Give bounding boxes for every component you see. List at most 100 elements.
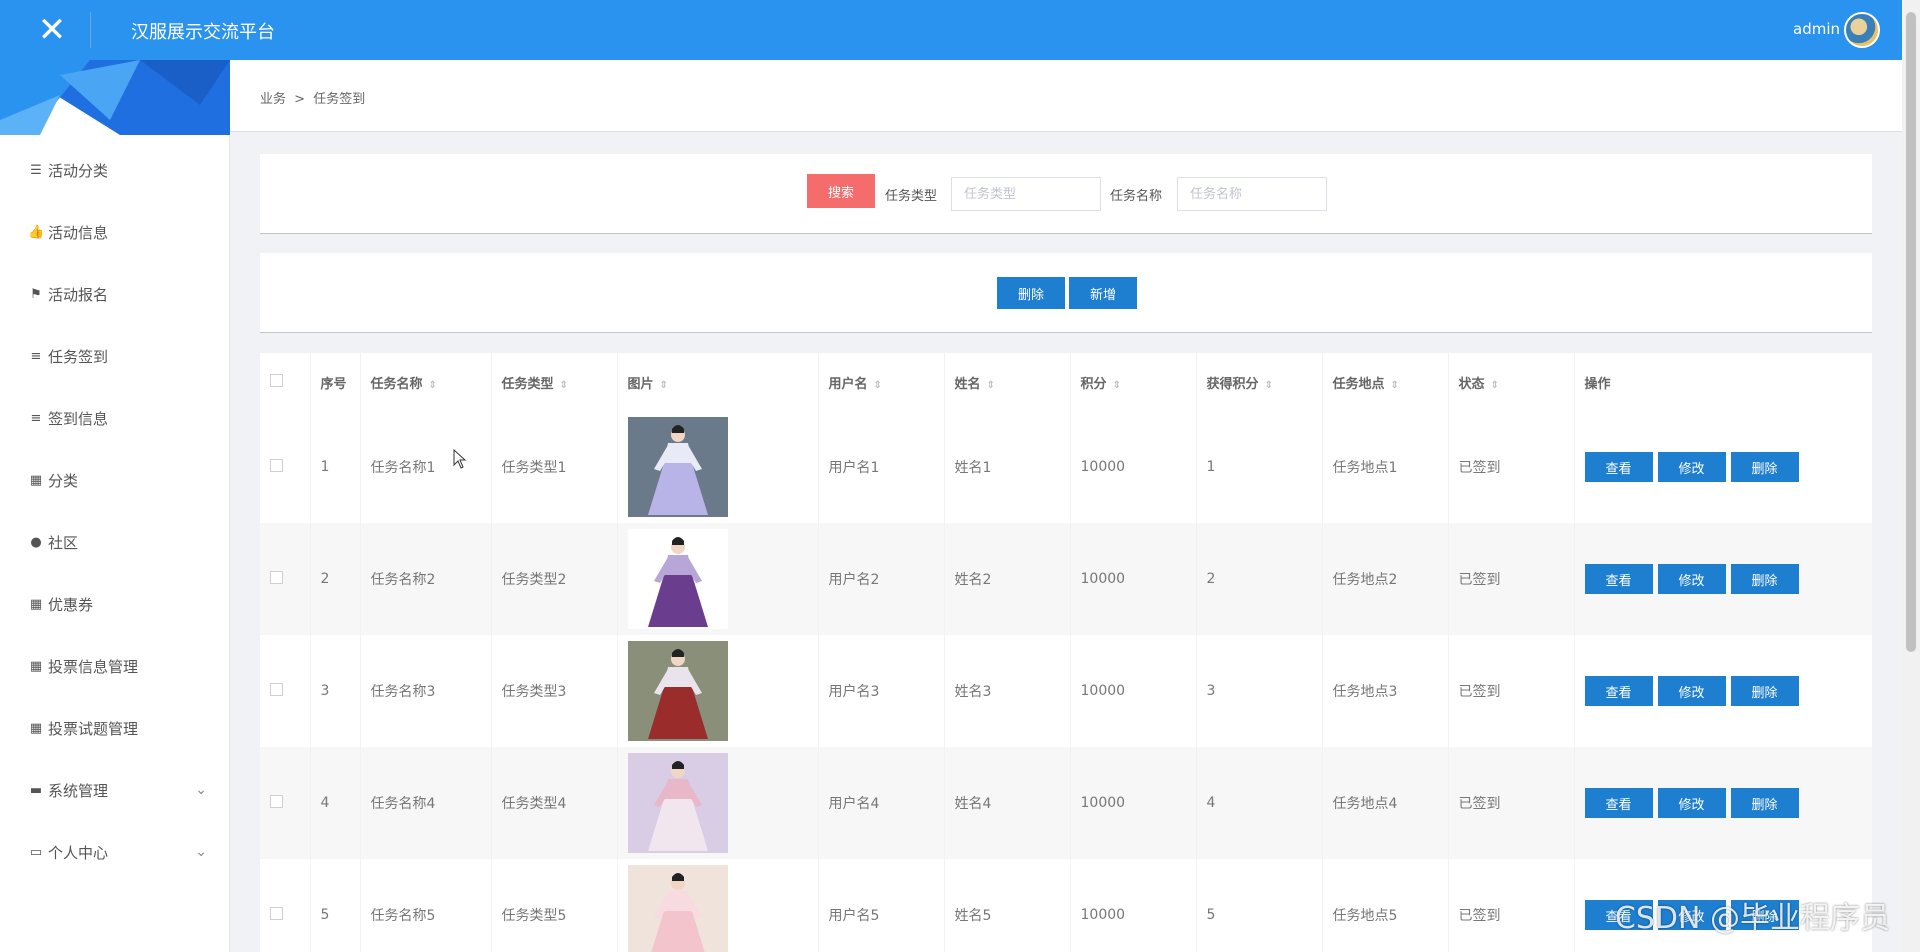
column-header[interactable]: 任务地点 ⇕ xyxy=(1322,353,1449,411)
sidebar-item-label: 分类 xyxy=(48,471,79,490)
sidebar-item[interactable]: ● 社区 xyxy=(0,511,229,573)
watermark: CSDN @毕业程序员 xyxy=(1614,901,1890,936)
operations-cell: 查看 修改 删除 xyxy=(1574,411,1872,523)
hanfu-photo xyxy=(627,417,728,517)
sidebar-item[interactable]: ▬ 系统管理 ⌄ xyxy=(0,759,229,821)
sidebar-item-label: 签到信息 xyxy=(48,409,109,428)
delete-button[interactable]: 删除 xyxy=(1730,788,1799,818)
sidebar-item[interactable]: ▦ 分类 xyxy=(0,449,229,511)
sort-icon[interactable]: ⇕ xyxy=(987,380,995,391)
task-type-cell: 任务类型5 xyxy=(491,859,618,952)
sidebar-item[interactable]: 👍 活动信息 xyxy=(0,201,229,263)
add-button[interactable]: 新增 xyxy=(1069,277,1137,309)
column-header[interactable]: 任务类型 ⇕ xyxy=(491,353,618,411)
realname-cell: 姓名4 xyxy=(944,747,1071,859)
delete-button[interactable]: 删除 xyxy=(1730,452,1799,482)
column-header[interactable]: 状态 ⇕ xyxy=(1448,353,1575,411)
delete-button[interactable]: 删除 xyxy=(1730,676,1799,706)
sidebar-item[interactable]: ☰ 活动分类 xyxy=(0,139,229,201)
earned-points-cell: 4 xyxy=(1196,747,1323,859)
column-header-label: 获得积分 xyxy=(1206,376,1259,392)
column-header[interactable]: 获得积分 ⇕ xyxy=(1196,353,1323,411)
sort-icon[interactable]: ⇕ xyxy=(1491,380,1499,391)
sort-icon[interactable]: ⇕ xyxy=(429,380,437,391)
task-name-input[interactable] xyxy=(1177,177,1327,211)
row-checkbox[interactable] xyxy=(270,458,283,472)
view-button[interactable]: 查看 xyxy=(1584,676,1653,706)
sidebar-item[interactable]: ▦ 投票信息管理 xyxy=(0,635,229,697)
task-type-cell: 任务类型1 xyxy=(491,411,618,523)
sidebar-item[interactable]: ⚑ 活动报名 xyxy=(0,263,229,325)
task-place-cell: 任务地点3 xyxy=(1322,635,1449,747)
breadcrumb-separator: > xyxy=(294,92,306,107)
status-cell: 已签到 xyxy=(1448,523,1575,635)
chevron-down-icon[interactable]: ⌄ xyxy=(195,782,207,798)
page-scrollbar[interactable] xyxy=(1902,0,1920,952)
task-type-cell: 任务类型4 xyxy=(491,747,618,859)
grid-icon: ▦ xyxy=(29,658,43,674)
flag-icon: ⚑ xyxy=(30,286,42,302)
scrollbar-thumb[interactable] xyxy=(1906,12,1916,652)
sort-icon[interactable]: ⇕ xyxy=(1391,380,1399,391)
column-header[interactable]: 姓名 ⇕ xyxy=(944,353,1071,411)
view-button[interactable]: 查看 xyxy=(1584,788,1653,818)
task-type-label: 任务类型 xyxy=(885,189,938,204)
column-header[interactable]: 任务名称 ⇕ xyxy=(360,353,492,411)
table-row: 3 任务名称3 任务类型3 用户名3 姓名3 10000 3 任务地点3 已签到 查看 修改 删除 xyxy=(260,635,1872,747)
grid-icon: ▦ xyxy=(29,472,43,488)
points-cell: 10000 xyxy=(1070,523,1197,635)
username[interactable]: admin xyxy=(1793,20,1840,38)
column-header[interactable]: 图片 ⇕ xyxy=(617,353,819,411)
hanfu-photo xyxy=(627,529,728,629)
sort-icon[interactable]: ⇕ xyxy=(560,380,568,391)
view-button[interactable]: 查看 xyxy=(1584,564,1653,594)
points-cell: 10000 xyxy=(1070,747,1197,859)
image-cell xyxy=(617,635,819,747)
breadcrumb-trail: 业务 > 任务签到 xyxy=(260,88,365,107)
column-header-label: 任务名称 xyxy=(370,376,423,392)
sort-icon[interactable]: ⇕ xyxy=(1265,380,1273,391)
delete-button[interactable]: 删除 xyxy=(1730,564,1799,594)
sort-icon[interactable]: ⇕ xyxy=(1113,380,1121,391)
image-cell xyxy=(617,859,819,952)
edit-button[interactable]: 修改 xyxy=(1657,452,1726,482)
select-all-checkbox[interactable] xyxy=(270,373,283,387)
sort-icon[interactable]: ⇕ xyxy=(874,380,882,391)
sliders-icon: ☰ xyxy=(30,162,42,178)
sidebar-item[interactable]: ▭ 个人中心 ⌄ xyxy=(0,821,229,883)
task-name-cell: 任务名称4 xyxy=(360,747,492,859)
row-checkbox[interactable] xyxy=(270,794,283,808)
chevron-down-icon[interactable]: ⌄ xyxy=(195,844,207,860)
row-checkbox[interactable] xyxy=(270,570,283,584)
sidebar-item[interactable]: ≡ 签到信息 xyxy=(0,387,229,449)
sidebar-item[interactable]: ≡ 任务签到 xyxy=(0,325,229,387)
grid-icon: ▦ xyxy=(29,720,43,736)
topbar-divider xyxy=(90,12,91,48)
sidebar-item[interactable]: ▦ 投票试题管理 xyxy=(0,697,229,759)
image-cell xyxy=(617,411,819,523)
row-checkbox[interactable] xyxy=(270,906,283,920)
column-header[interactable]: 积分 ⇕ xyxy=(1070,353,1197,411)
avatar[interactable] xyxy=(1844,12,1880,48)
sidebar-item[interactable]: ▦ 优惠券 xyxy=(0,573,229,635)
column-header: 操作 xyxy=(1574,353,1872,411)
thumbs-up-icon: 👍 xyxy=(28,224,45,240)
hanfu-photo xyxy=(627,641,728,741)
view-button[interactable]: 查看 xyxy=(1584,452,1653,482)
breadcrumb-parent[interactable]: 业务 xyxy=(260,92,286,107)
task-type-input[interactable] xyxy=(951,177,1101,211)
username-cell: 用户名5 xyxy=(818,859,945,952)
close-icon[interactable]: ✕ xyxy=(16,6,88,54)
status-cell: 已签到 xyxy=(1448,411,1575,523)
column-header-label: 用户名 xyxy=(828,376,868,392)
status-cell: 已签到 xyxy=(1448,635,1575,747)
column-header[interactable]: 用户名 ⇕ xyxy=(818,353,945,411)
search-button[interactable]: 搜索 xyxy=(807,174,875,208)
edit-button[interactable]: 修改 xyxy=(1657,676,1726,706)
column-header-label: 任务类型 xyxy=(501,376,554,392)
edit-button[interactable]: 修改 xyxy=(1657,788,1726,818)
row-checkbox[interactable] xyxy=(270,682,283,696)
batch-delete-button[interactable]: 删除 xyxy=(997,277,1065,309)
edit-button[interactable]: 修改 xyxy=(1657,564,1726,594)
sort-icon[interactable]: ⇕ xyxy=(660,380,668,391)
